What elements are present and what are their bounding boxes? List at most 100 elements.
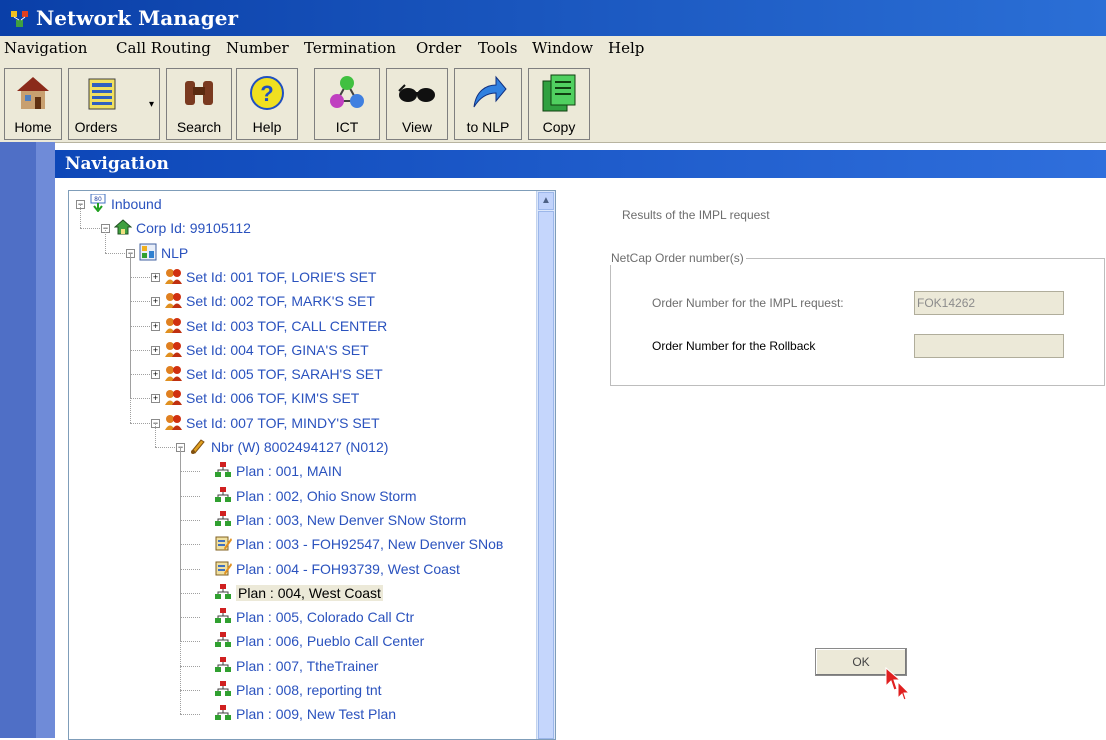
binoculars-icon [185, 81, 213, 105]
tree-node-label: Set Id: 001 TOF, LORIE'S SET [186, 268, 377, 285]
copy-icon [542, 74, 576, 112]
ict-label: ICT [335, 119, 359, 135]
copy-label: Copy [542, 119, 576, 135]
tree-connector [130, 325, 150, 327]
tree-node-label: Plan : 003 - FOH92547, New Denver SNoв [236, 536, 504, 553]
menu-termination[interactable]: Termination [304, 39, 396, 57]
navigation-header: Navigation [55, 150, 1106, 178]
tree-connector [180, 471, 200, 473]
set-icon [165, 317, 182, 333]
menu-order[interactable]: Order [416, 39, 461, 57]
menu-help[interactable]: Help [608, 39, 644, 57]
tree-connector [130, 374, 150, 376]
set-icon [165, 366, 182, 382]
orders-icon [88, 78, 116, 110]
tree-connector [80, 228, 100, 230]
impl-order-label: Order Number for the IMPL request: [652, 296, 844, 310]
impl-order-field[interactable]: FOK14262 [914, 291, 1064, 315]
house-icon [17, 77, 49, 109]
svg-text:80: 80 [94, 196, 102, 203]
expand-icon[interactable]: + [151, 345, 160, 355]
tree-connector [130, 252, 131, 423]
inbound-icon: 80 [90, 194, 106, 212]
tree-connector [180, 447, 181, 715]
expand-icon[interactable]: + [151, 297, 160, 307]
scroll-up-icon[interactable]: ▲ [538, 192, 554, 210]
expand-icon[interactable]: + [151, 272, 160, 282]
tree-node-label: Plan : 005, Colorado Call Ctr [236, 609, 415, 626]
scroll-thumb[interactable] [538, 211, 554, 739]
tree-connector [180, 714, 200, 716]
tree-connector [180, 495, 200, 497]
home-label: Home [14, 119, 52, 135]
tree-node-label: Set Id: 003 TOF, CALL CENTER [186, 317, 388, 334]
tree-connector [105, 252, 125, 254]
tree-node-label: Set Id: 002 TOF, MARK'S SET [186, 293, 375, 310]
search-button[interactable]: Search [166, 68, 232, 140]
tree-connector [180, 568, 200, 570]
tree-connector [130, 398, 150, 400]
plan-icon [215, 462, 231, 478]
help-button[interactable]: ? Help [236, 68, 298, 140]
orders-button[interactable]: Orders ▾ [68, 68, 160, 140]
tree-node-label: Set Id: 004 TOF, GINA'S SET [186, 341, 369, 358]
tree-node-label: Plan : 003, New Denver SNow Storm [236, 511, 467, 528]
rollback-order-label: Order Number for the Rollback [652, 339, 816, 353]
plan-icon [215, 608, 231, 624]
help-label: Help [252, 119, 282, 135]
expand-icon[interactable]: + [151, 394, 160, 404]
tree-scrollbar[interactable]: ▲ [536, 191, 555, 739]
window-title: Network Manager [36, 6, 239, 30]
arrow-icon [473, 75, 507, 108]
tree-connector [180, 617, 200, 619]
plan-icon [215, 632, 231, 648]
plan-icon [215, 656, 231, 672]
expand-icon[interactable]: + [151, 370, 160, 380]
tree-connector [180, 665, 200, 667]
tree-connector [80, 204, 81, 229]
menu-window[interactable]: Window [532, 39, 593, 57]
orders-dropdown-icon[interactable]: ▾ [149, 99, 154, 110]
menu-number[interactable]: Number [226, 39, 289, 57]
set-icon [165, 341, 182, 357]
search-label: Search [176, 119, 222, 135]
home-button[interactable]: Home [4, 68, 62, 140]
tree-node-label: Set Id: 007 TOF, MINDY'S SET [186, 414, 380, 431]
help-icon: ? [250, 76, 284, 110]
tree-node-label: Inbound [111, 196, 162, 212]
rollback-order-field[interactable] [914, 334, 1064, 358]
copy-button[interactable]: Copy [528, 68, 590, 140]
tree-connector [130, 422, 150, 424]
tree-node-label: Plan : 004, West Coast [236, 584, 383, 601]
tree-connector [105, 228, 106, 253]
ict-button[interactable]: ICT [314, 68, 380, 140]
menu-tools[interactable]: Tools [478, 39, 517, 57]
to-nlp-label: to NLP [466, 119, 510, 135]
cursor-icon [885, 666, 911, 700]
tree-node-label: Plan : 001, MAIN [236, 463, 342, 480]
tree-connector [180, 690, 200, 691]
menu-call-routing[interactable]: Call Routing [116, 39, 211, 57]
glasses-icon [398, 84, 435, 102]
to-nlp-button[interactable]: to NLP [454, 68, 522, 140]
menu-bar: Navigation Call Routing Number Terminati… [0, 36, 1106, 63]
left-side-bar-edge [36, 142, 55, 738]
tree-connector [155, 422, 156, 447]
tree-node-label: Plan : 004 - FOH93739, West Coast [236, 560, 460, 577]
view-button[interactable]: View [386, 68, 448, 140]
navigation-tree[interactable]: ▲ −80 Inbound − Corp Id: 99105112− NLP + Set I… [68, 190, 556, 740]
tree-connector [130, 276, 150, 278]
tree-node-label: Set Id: 006 TOF, KIM'S SET [186, 390, 360, 407]
tree-node-label: NLP [161, 244, 189, 261]
nlp-icon [139, 243, 157, 261]
tree-node-label: Corp Id: 99105112 [136, 220, 251, 237]
svg-text:?: ? [260, 81, 273, 106]
left-side-bar [0, 142, 55, 738]
tree-connector [155, 447, 175, 448]
expand-icon[interactable]: + [151, 321, 160, 331]
menu-navigation[interactable]: Navigation [4, 39, 87, 57]
plan-icon [215, 705, 231, 721]
tree-connector [180, 592, 200, 594]
plan-edit-icon [215, 561, 232, 575]
netcap-group-title: NetCap Order number(s) [609, 251, 746, 265]
